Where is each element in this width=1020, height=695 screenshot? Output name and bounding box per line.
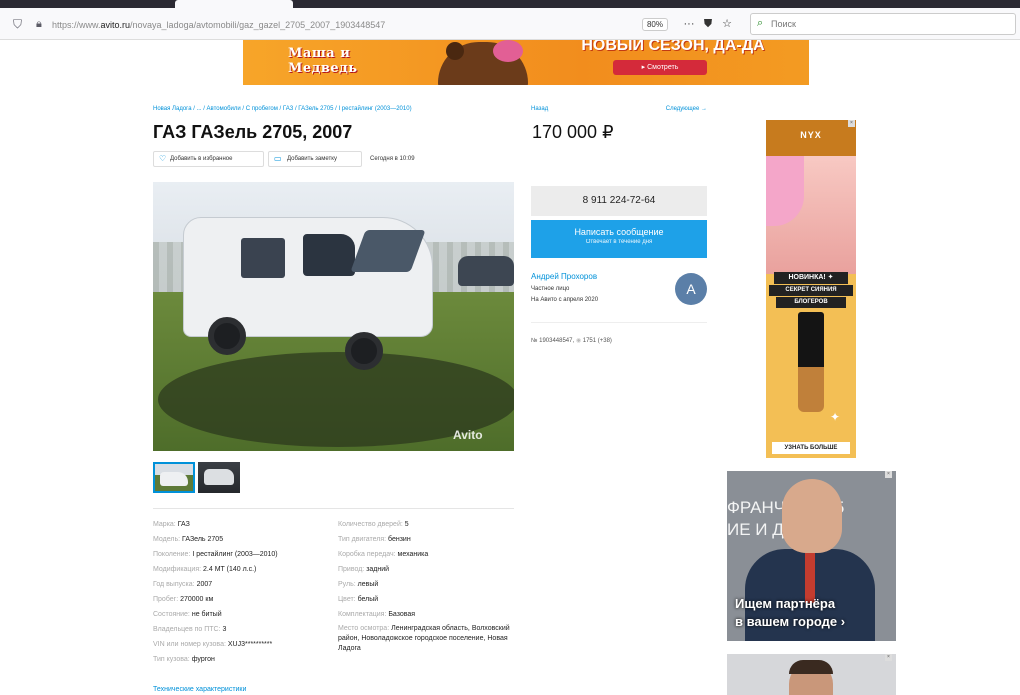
param-row: Цвет: белый	[338, 596, 379, 603]
param-row: Модификация: 2.4 MT (140 л.с.)	[153, 566, 257, 573]
search-icon: ⌕	[757, 17, 764, 29]
param-row: Пробег: 270000 км	[153, 596, 214, 603]
show-phone-button[interactable]: 8 911 224-72-64	[531, 186, 707, 216]
param-row: Модель: ГАЗель 2705	[153, 536, 224, 543]
tracking-shield-icon[interactable]: ⛉	[13, 17, 25, 31]
param-row: Марка: ГАЗ	[153, 521, 190, 528]
param-row: Поколение: I рестайлинг (2003—2010)	[153, 551, 278, 558]
ad-number: № 1903448547,	[531, 338, 575, 344]
add-to-favorites-button[interactable]: ♡ Добавить в избранное	[153, 151, 264, 167]
tech-specs-link[interactable]: Технические характеристики	[153, 684, 353, 695]
main-photo[interactable]: Avito	[153, 182, 514, 451]
bookmark-star-icon[interactable]: ☆	[720, 17, 734, 31]
response-time-label: Отвечает в течение дня	[585, 239, 653, 245]
banner-slogan: НОВЫЙ СЕЗОН, ДА-ДА	[581, 40, 765, 54]
add-note-label: Добавить заметку	[287, 156, 337, 162]
avito-watermark: Avito	[453, 428, 483, 442]
page-actions-icon[interactable]: ···	[682, 17, 696, 31]
browser-search-box[interactable]: ⌕	[750, 13, 1016, 35]
nyx-badge-secret: СЕКРЕТ СИЯНИЯ	[769, 285, 853, 296]
nyx-product-image	[798, 312, 824, 412]
banner-girl-image	[493, 40, 523, 62]
param-row: Тип кузова: фургон	[153, 656, 215, 663]
nyx-badge-new: НОВИНКА! ✦	[774, 272, 848, 284]
lock-icon[interactable]: 🔒︎	[36, 17, 48, 31]
browser-search-input[interactable]	[771, 17, 971, 31]
section-divider	[153, 508, 514, 509]
back-link[interactable]: Назад	[531, 103, 571, 115]
param-row: Владельцев по ПТС: 3	[153, 626, 227, 633]
sparkle-icon: ✦	[830, 410, 841, 424]
param-row: Руль: левый	[338, 581, 379, 588]
note-icon: ▭	[274, 154, 282, 163]
browser-active-tab[interactable]	[175, 0, 293, 8]
ad-close-icon[interactable]: ×	[885, 654, 892, 661]
third-ad-banner[interactable]	[727, 654, 896, 695]
param-row: VIN или номер кузова: XUJ3**********	[153, 641, 273, 648]
param-row: Состояние: не битый	[153, 611, 222, 618]
url-domain: avito.ru	[100, 20, 131, 30]
banner-logo: Маша и Медведь	[288, 46, 358, 76]
param-row: Количество дверей: 5	[338, 521, 409, 528]
param-row: Комплектация: Базовая	[338, 611, 416, 618]
browser-tabstrip	[0, 0, 1020, 8]
nyx-ad-banner[interactable]: NYX НОВИНКА! ✦ СЕКРЕТ СИЯНИЯ БЛОГЕРОВ ✦ …	[766, 120, 856, 458]
write-message-label: Написать сообщение	[574, 227, 664, 237]
seller-avatar[interactable]: A	[675, 273, 707, 305]
photo-thumbnail-1[interactable]	[153, 462, 195, 493]
posted-date: Сегодня в 10:09	[370, 156, 415, 162]
param-row: Коробка передач: механика	[338, 551, 429, 558]
params-right-column: Количество дверей: 5 Тип двигателя: бенз…	[338, 517, 516, 654]
seller-since: На Авито с апреля 2020	[531, 297, 599, 303]
params-left-column: Марка: ГАЗ Модель: ГАЗель 2705 Поколение…	[153, 517, 328, 667]
ad-close-icon[interactable]: ×	[848, 120, 855, 127]
param-row-location: Место осмотра: Ленинградская область, Во…	[338, 625, 510, 652]
write-message-button[interactable]: Написать сообщение Отвечает в течение дн…	[531, 220, 707, 258]
banner-watch-button[interactable]: ▸ Смотреть	[613, 60, 707, 75]
franchise-ad-headline: Ищем партнёра в вашем городе ›	[735, 596, 846, 629]
zoom-level-badge[interactable]: 80%	[642, 18, 668, 31]
seller-divider	[531, 322, 707, 323]
ad-close-icon[interactable]: ×	[885, 471, 892, 478]
nyx-badge-bloggers: БЛОГЕРОВ	[776, 297, 846, 308]
views-eye-icon: ◉	[575, 338, 582, 344]
nyx-learn-more-button[interactable]: УЗНАТЬ БОЛЬШЕ	[772, 442, 850, 454]
nyx-logo: NYX	[766, 120, 856, 156]
browser-urlbar-row: ⛉ 🔒︎ https://www.avito.ru/novaya_ladoga/…	[0, 8, 1020, 40]
seller-type: Частное лицо	[531, 286, 570, 292]
pocket-icon[interactable]: ⛊	[701, 17, 715, 31]
next-listing-link[interactable]: Следующее →	[640, 103, 707, 115]
breadcrumb[interactable]: Новая Ладога / ... / Автомобили / С проб…	[153, 103, 493, 115]
top-banner-ad[interactable]: Маша и Медведь НОВЫЙ СЕЗОН, ДА-ДА ▸ Смот…	[243, 40, 809, 85]
address-bar[interactable]: https://www.avito.ru/novaya_ladoga/avtom…	[52, 17, 612, 33]
param-row: Привод: задний	[338, 566, 390, 573]
photo-thumbnail-2[interactable]	[198, 462, 240, 493]
listing-title: ГАЗ ГАЗель 2705, 2007	[153, 122, 353, 142]
add-note-button[interactable]: ▭ Добавить заметку	[268, 151, 362, 167]
heart-icon: ♡	[159, 154, 167, 163]
listing-price: 170 000 ₽	[532, 122, 614, 142]
ad-views: 1751 (+38)	[582, 338, 612, 344]
ad-meta: № 1903448547, ◉ 1751 (+38)	[531, 336, 707, 346]
seller-name-link[interactable]: Андрей Прохоров	[531, 271, 661, 283]
param-row: Год выпуска: 2007	[153, 581, 213, 588]
param-row: Тип двигателя: бензин	[338, 536, 411, 543]
add-to-favorites-label: Добавить в избранное	[170, 156, 233, 162]
franchise-ad-banner[interactable]: ФРАНЧ ВИНГ5 ИЕ И ДАЖА Ищем партнёра в ва…	[727, 471, 896, 641]
